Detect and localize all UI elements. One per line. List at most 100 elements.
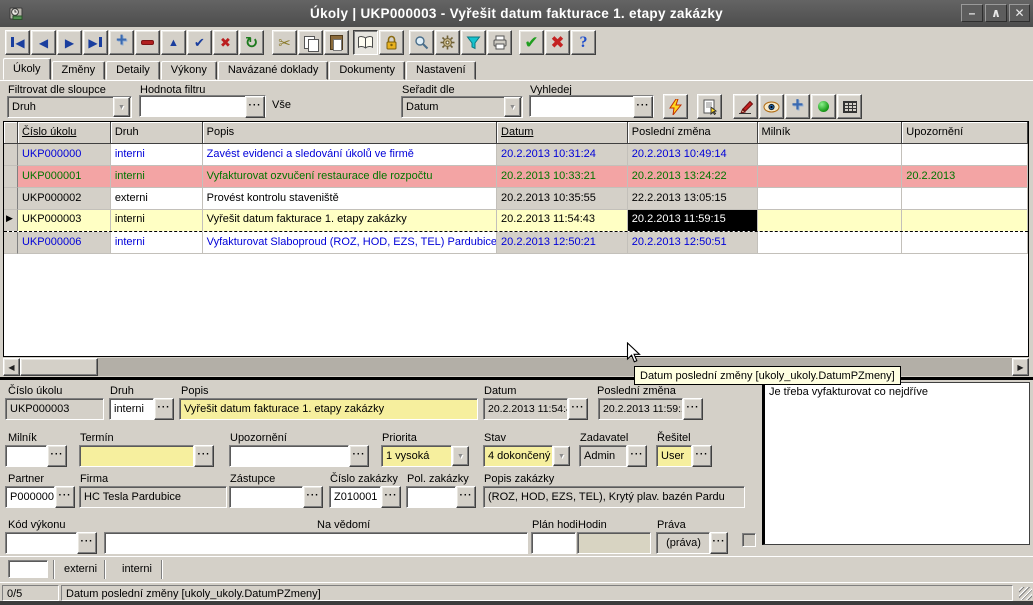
report-button[interactable] [697,94,722,119]
table-row[interactable]: UKP000006interniVyfakturovat Slaboproud … [4,232,1028,254]
stav-dropdown-button[interactable]: ▼ [553,446,570,466]
firma-field[interactable]: HC Tesla Pardubice [79,486,227,508]
cell-datum[interactable]: 20.2.2013 10:35:55 [497,188,628,210]
row-selector-cell[interactable] [4,232,18,254]
browse-book-button[interactable] [353,30,378,55]
na-vedomi-field[interactable] [104,532,528,554]
next-record-button[interactable]: ▶ [57,30,82,55]
cell-upozorneni[interactable] [902,232,1028,254]
druh-field[interactable]: interni [109,398,154,420]
bottom-tab-externi[interactable]: externi [64,563,97,575]
cislo-ukolu-field[interactable]: UKP000003 [5,398,104,420]
kod-vykonu-lookup-button[interactable]: ··· [77,532,97,554]
search-lookup-button[interactable]: ··· [633,96,653,118]
cell-popis[interactable]: Vyřešit datum fakturace 1. etapy zakázky [203,210,497,231]
table-row[interactable]: UKP000000interniZavést evidenci a sledov… [4,144,1028,166]
cell-zmena[interactable]: 20.2.2013 10:49:14 [628,144,758,166]
cell-druh[interactable]: interni [111,232,203,254]
termin-field[interactable] [79,445,194,467]
tab-detaily[interactable]: Detaily [106,61,160,80]
plan-hodi-field[interactable] [531,532,576,554]
settings-button[interactable] [435,30,460,55]
cell-popis[interactable]: Vyfakturovat Slaboproud (ROZ, HOD, EZS, … [203,232,497,254]
cell-druh[interactable]: interni [111,144,203,166]
insert-record-button[interactable]: + [109,30,134,55]
table-row[interactable]: ▶UKP000003interniVyřešit datum fakturace… [4,209,1028,232]
milnik-lookup-button[interactable]: ··· [47,445,67,467]
tab-ukoly[interactable]: Úkoly [3,58,51,80]
zastupce-field[interactable] [229,486,303,508]
highlight-button[interactable] [733,94,758,119]
posledni-zmena-lookup-button[interactable]: ··· [683,398,703,420]
cell-id[interactable]: UKP000002 [18,188,111,210]
zastupce-lookup-button[interactable]: ··· [303,486,323,508]
column-header-druh[interactable]: Druh [111,122,203,144]
delete-record-button[interactable] [135,30,160,55]
bottom-tab-interni[interactable]: interni [122,563,152,575]
cell-milnik[interactable] [758,188,903,210]
cislo-zakazky-field[interactable]: Z010001 [329,486,381,508]
cell-milnik[interactable] [758,166,903,188]
search-button[interactable] [409,30,434,55]
column-header-popis[interactable]: Popis [203,122,497,144]
popis-field[interactable]: Vyřešit datum fakturace 1. etapy zakázky [179,398,478,420]
cell-druh[interactable]: interni [111,210,203,231]
tab-zmeny[interactable]: Změny [52,61,106,80]
storno-button[interactable]: ✖ [545,30,570,55]
cut-button[interactable]: ✂ [272,30,297,55]
paste-button[interactable] [324,30,349,55]
cell-milnik[interactable] [758,210,903,231]
refresh-button[interactable]: ↻ [239,30,264,55]
cell-popis[interactable]: Provést kontrolu staveniště [203,188,497,210]
help-button[interactable]: ? [571,30,596,55]
confirm-button[interactable]: ✔ [519,30,544,55]
maximize-button[interactable]: ∧ [985,4,1007,22]
copy-button[interactable] [298,30,323,55]
row-selector-cell[interactable] [4,188,18,210]
partner-field[interactable]: P000000 [5,486,55,508]
cell-id[interactable]: UKP000006 [18,232,111,254]
column-header-zmena[interactable]: Poslední změna [628,122,758,144]
cell-zmena[interactable]: 20.2.2013 12:50:51 [628,232,758,254]
cell-upozorneni[interactable] [902,210,1028,231]
cell-druh[interactable]: interni [111,166,203,188]
cell-datum[interactable]: 20.2.2013 11:54:43 [497,210,628,231]
druh-lookup-button[interactable]: ··· [154,398,174,420]
prior-record-button[interactable]: ◀ [31,30,56,55]
pol-zakazky-lookup-button[interactable]: ··· [456,486,476,508]
cislo-zakazky-lookup-button[interactable]: ··· [381,486,401,508]
filter-button[interactable] [461,30,486,55]
print-button[interactable] [487,30,512,55]
datum-lookup-button[interactable]: ··· [568,398,588,420]
form-checkbox[interactable] [742,533,756,547]
partner-lookup-button[interactable]: ··· [55,486,75,508]
resitel-lookup-button[interactable]: ··· [692,445,712,467]
cell-upozorneni[interactable]: 20.2.2013 [902,166,1028,188]
cell-datum[interactable]: 20.2.2013 10:33:21 [497,166,628,188]
cell-druh[interactable]: externi [111,188,203,210]
cell-zmena[interactable]: 22.2.2013 13:05:15 [628,188,758,210]
zadavatel-field[interactable]: Admin [579,445,627,467]
row-selector-cell[interactable]: ▶ [4,210,18,231]
cell-zmena[interactable]: 20.2.2013 13:24:22 [628,166,758,188]
upozorneni-field[interactable] [229,445,349,467]
scroll-right-button[interactable]: ▶ [1012,358,1029,376]
note-memo[interactable]: Je třeba vyfakturovat co nejdříve [762,382,1030,545]
cell-popis[interactable]: Vyfakturovat ozvučení restaurace dle roz… [203,166,497,188]
posledni-zmena-field[interactable]: 20.2.2013 11:59:15 [598,398,683,420]
tab-nastaveni[interactable]: Nastavení [406,61,476,80]
cell-popis[interactable]: Zavést evidenci a sledování úkolů ve fir… [203,144,497,166]
scroll-left-button[interactable]: ◀ [3,358,20,376]
first-record-button[interactable]: ◀ [5,30,30,55]
kod-vykonu-field[interactable] [5,532,77,554]
row-selector-cell[interactable] [4,166,18,188]
column-header-id[interactable]: Číslo úkolu [18,122,111,144]
prava-lookup-button[interactable]: ··· [710,532,728,554]
termin-lookup-button[interactable]: ··· [194,445,214,467]
table-row[interactable]: UKP000002externiProvést kontrolu staveni… [4,188,1028,210]
bottom-filter-input[interactable] [8,560,48,578]
filter-value-lookup-button[interactable]: ··· [245,96,265,118]
cell-datum[interactable]: 20.2.2013 12:50:21 [497,232,628,254]
upozorneni-lookup-button[interactable]: ··· [349,445,369,467]
minimize-button[interactable]: – [961,4,983,22]
